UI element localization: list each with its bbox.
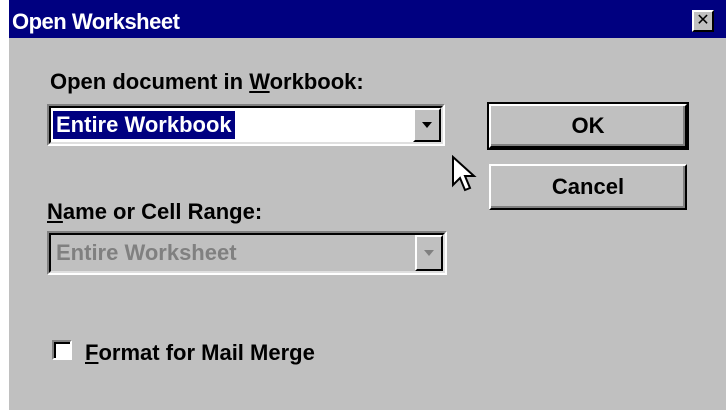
range-combobox[interactable]: Entire Worksheet (47, 231, 447, 275)
range-combobox-field[interactable]: Entire Worksheet (51, 235, 415, 271)
ok-button[interactable]: OK (487, 102, 689, 150)
cancel-button[interactable]: Cancel (489, 164, 687, 210)
window-title: Open Worksheet (12, 9, 180, 34)
workbook-selected-value: Entire Workbook (53, 111, 235, 139)
range-label: Name or Cell Range: (47, 199, 263, 224)
background-strip (0, 0, 9, 410)
mail-merge-checkbox[interactable] (52, 340, 72, 360)
workbook-dropdown-button[interactable] (413, 108, 441, 142)
title-bar: Open Worksheet ✕ (9, 0, 726, 38)
workbook-label: Open document in Workbook: (50, 69, 364, 94)
open-worksheet-dialog: Open Worksheet ✕ Open document in Workbo… (9, 0, 726, 410)
chevron-down-icon (422, 122, 432, 128)
range-value: Entire Worksheet (56, 240, 237, 265)
range-dropdown-button[interactable] (415, 235, 443, 271)
chevron-down-icon (424, 250, 434, 256)
close-button[interactable]: ✕ (692, 10, 714, 32)
mouse-pointer-icon (452, 155, 477, 192)
close-icon: ✕ (696, 12, 710, 29)
workbook-combobox-field[interactable]: Entire Workbook (51, 108, 413, 142)
workbook-combobox[interactable]: Entire Workbook (47, 104, 445, 146)
mail-merge-label[interactable]: Format for Mail Merge (85, 340, 315, 366)
